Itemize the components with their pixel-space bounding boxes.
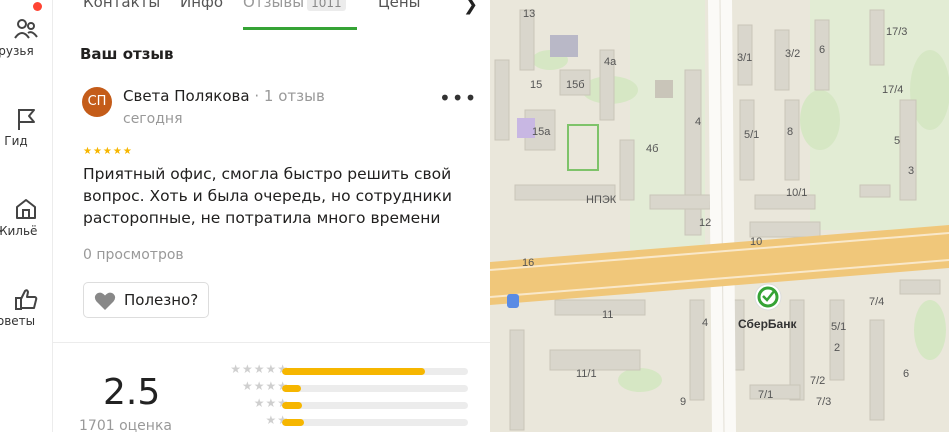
tab-bar: Контакты Инфо Отзывы 1011 Цены ❯ bbox=[53, 0, 490, 30]
divider bbox=[53, 342, 490, 343]
rating-row: ★★★★ bbox=[199, 379, 489, 395]
useful-button-label: Полезно? bbox=[124, 291, 199, 309]
rating-row-bar bbox=[282, 419, 468, 426]
author-name[interactable]: Света Полякова bbox=[123, 87, 250, 105]
rating-row-stars: ★★★★★ bbox=[230, 362, 289, 376]
active-tab-indicator bbox=[243, 27, 357, 30]
heart-icon bbox=[94, 292, 116, 310]
section-title: Ваш отзыв bbox=[80, 45, 174, 63]
tab-contacts[interactable]: Контакты bbox=[83, 0, 160, 11]
thumbs-up-icon bbox=[15, 289, 38, 310]
chevron-right-icon[interactable]: ❯ bbox=[463, 0, 478, 15]
tab-reviews-count: 1011 bbox=[307, 0, 346, 11]
notification-dot bbox=[33, 2, 42, 11]
map-building-label: 9 bbox=[680, 396, 686, 408]
rating-row-fill bbox=[282, 368, 426, 375]
map-building-label: 11 bbox=[602, 309, 613, 321]
map-building-label: 11/1 bbox=[576, 368, 597, 380]
poi-label[interactable]: СберБанк bbox=[738, 317, 797, 331]
rating-row-fill bbox=[282, 385, 301, 392]
map-building-label: 4а bbox=[604, 56, 617, 68]
map-view[interactable]: 13 15 15б 15а 4а 4 4б НПЭК 12 16 10 11 11/1 10/1 8 5/1 3… bbox=[490, 0, 949, 432]
map-building-label: 6 bbox=[819, 44, 825, 56]
map-building-label: 15 bbox=[530, 79, 542, 91]
avatar[interactable]: СП bbox=[82, 87, 112, 117]
review-views: 0 просмотров bbox=[83, 247, 184, 263]
rating-row: ★★★ bbox=[199, 396, 489, 412]
map-building-label: 3/2 bbox=[785, 48, 800, 60]
review-author: Света Полякова · 1 отзыв bbox=[123, 87, 325, 105]
map-building-label: 7/4 bbox=[869, 296, 884, 308]
nav-item-guide[interactable]: Гид bbox=[0, 106, 52, 148]
rating-score: 2.5 bbox=[103, 372, 161, 413]
map-building-label: 10/1 bbox=[786, 187, 807, 199]
friends-icon bbox=[14, 19, 38, 39]
map-building-label: 7/1 bbox=[758, 389, 773, 401]
tab-prices[interactable]: Цены bbox=[378, 0, 421, 11]
nav-item-friends[interactable]: рузья bbox=[0, 16, 52, 58]
map-building-label: 15б bbox=[566, 79, 585, 91]
map-building-label: 12 bbox=[699, 217, 711, 229]
rating-row-bar bbox=[282, 402, 468, 409]
map-building-label: 4 bbox=[695, 116, 701, 128]
map-building-label: 5/1 bbox=[744, 129, 759, 141]
rating-row: ★★★★★ bbox=[199, 362, 489, 378]
map-building-label: 5 bbox=[894, 135, 900, 147]
map-building-label: 4б bbox=[646, 143, 658, 155]
tab-reviews-label: Отзывы bbox=[243, 0, 305, 11]
map-building-label: 15а bbox=[532, 126, 551, 138]
nav-label: Жильё bbox=[0, 224, 38, 238]
map-building-label: 3 bbox=[908, 165, 914, 177]
map-building-label: 7/3 bbox=[816, 396, 831, 408]
nav-item-tips[interactable]: оветы bbox=[0, 286, 52, 328]
map-building-label: 13 bbox=[523, 8, 535, 20]
map-building-label: 10 bbox=[750, 236, 762, 248]
map-building-label: 3/1 bbox=[737, 52, 752, 64]
nav-label: Гид bbox=[4, 134, 28, 148]
nav-rail: рузья Гид Жильё оветы bbox=[0, 0, 53, 432]
rating-row-fill bbox=[282, 419, 305, 426]
map-building-label: 4 bbox=[702, 317, 708, 329]
flag-icon bbox=[18, 109, 35, 130]
nav-label: рузья bbox=[0, 44, 34, 58]
map-building-label: НПЭК bbox=[586, 194, 617, 206]
author-meta: · 1 отзыв bbox=[254, 87, 325, 105]
map-building-label: 16 bbox=[522, 257, 534, 269]
useful-button[interactable]: Полезно? bbox=[83, 282, 209, 318]
map-building-label: 2 bbox=[834, 342, 840, 354]
map-building-label: 5/1 bbox=[831, 321, 846, 333]
ratings-count: 1701 оценка bbox=[79, 418, 172, 432]
tab-reviews[interactable]: Отзывы 1011 bbox=[243, 0, 346, 11]
map-building-label: 17/3 bbox=[886, 26, 907, 38]
rating-row-fill bbox=[282, 402, 303, 409]
map-building-label: 6 bbox=[903, 368, 909, 380]
review-text: Приятный офис, смогла быстро решить свой… bbox=[83, 165, 452, 227]
map-building-label: 7/2 bbox=[810, 375, 825, 387]
nav-item-housing[interactable]: Жильё bbox=[0, 196, 52, 238]
reviews-panel: Контакты Инфо Отзывы 1011 Цены ❯ Ваш отзы… bbox=[53, 0, 490, 432]
rating-row: ★★ bbox=[199, 413, 489, 429]
tab-info[interactable]: Инфо bbox=[180, 0, 223, 11]
review-rating-stars: ★★★★★ bbox=[83, 146, 133, 157]
rating-row-bar bbox=[282, 368, 468, 375]
author-reviews-count: 1 отзыв bbox=[263, 87, 325, 105]
review-date: сегодня bbox=[123, 111, 183, 127]
nav-label: оветы bbox=[0, 314, 36, 328]
rating-row-bar bbox=[282, 385, 468, 392]
housing-icon bbox=[16, 199, 36, 219]
map-building-label: 17/4 bbox=[882, 84, 903, 96]
map-building-label: 8 bbox=[787, 126, 793, 138]
more-options-icon[interactable]: ••• bbox=[439, 86, 477, 110]
map-canvas[interactable]: 13 15 15б 15а 4а 4 4б НПЭК 12 16 10 11 11/1 10/1 8 5/1 3… bbox=[490, 0, 949, 432]
